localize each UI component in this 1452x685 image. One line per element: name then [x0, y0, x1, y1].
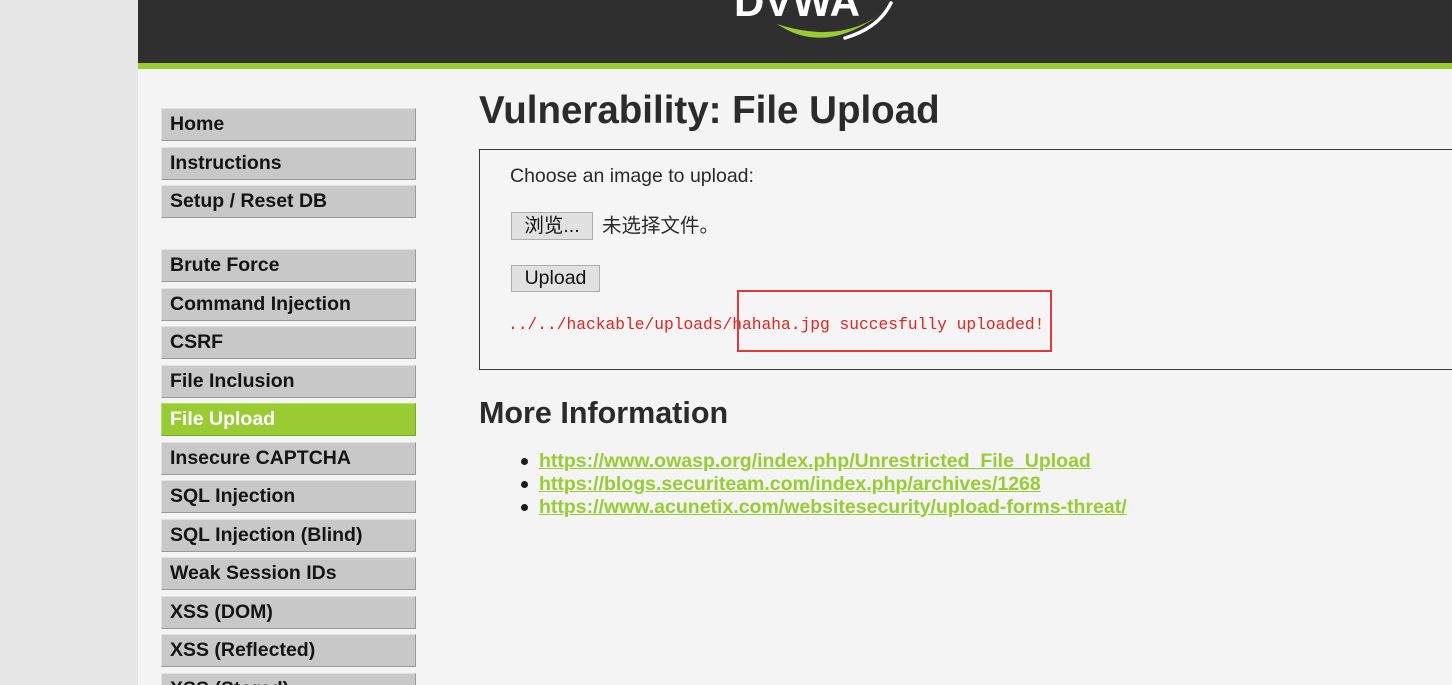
file-status-text: 未选择文件。	[602, 215, 720, 237]
menu-item-csrf[interactable]: CSRF	[161, 326, 416, 359]
owasp-link[interactable]: https://www.owasp.org/index.php/Unrestri…	[539, 450, 1091, 472]
upload-prompt: Choose an image to upload:	[510, 165, 754, 187]
menu-item-xss-stored[interactable]: XSS (Stored)	[161, 672, 416, 685]
securiteam-link[interactable]: https://blogs.securiteam.com/index.php/a…	[539, 473, 1041, 495]
menu-item-xss-reflected[interactable]: XSS (Reflected)	[161, 634, 416, 667]
menu-group-vulnerabilities: Brute Force Command Injection CSRF File …	[161, 249, 416, 685]
menu-item-brute-force[interactable]: Brute Force	[161, 249, 416, 282]
list-item: https://www.owasp.org/index.php/Unrestri…	[521, 450, 1127, 473]
acunetix-link[interactable]: https://www.acunetix.com/websitesecurity…	[539, 496, 1127, 518]
menu-item-file-inclusion[interactable]: File Inclusion	[161, 364, 416, 398]
list-item: https://www.acunetix.com/websitesecurity…	[521, 496, 1127, 519]
list-item: https://blogs.securiteam.com/index.php/a…	[521, 473, 1127, 496]
menu-group-main: Home Instructions Setup / Reset DB	[161, 108, 416, 224]
dvwa-logo: DVWA	[734, 0, 893, 40]
menu-item-sql-injection[interactable]: SQL Injection	[161, 480, 416, 513]
logo-text: DVWA	[734, 0, 860, 25]
menu-item-file-upload[interactable]: File Upload	[161, 403, 416, 436]
upload-button[interactable]: Upload	[511, 265, 600, 292]
more-information-list: https://www.owasp.org/index.php/Unrestri…	[521, 450, 1127, 519]
menu-item-home[interactable]: Home	[161, 108, 416, 141]
header-accent-stripe	[138, 63, 1452, 69]
browse-file-button[interactable]: 浏览...	[511, 212, 593, 240]
more-information-heading: More Information	[479, 396, 729, 430]
menu-item-instructions[interactable]: Instructions	[161, 146, 416, 180]
menu-item-command-injection[interactable]: Command Injection	[161, 287, 416, 321]
left-margin	[0, 0, 138, 685]
menu-item-weak-session-ids[interactable]: Weak Session IDs	[161, 557, 416, 590]
menu-item-sql-injection-blind[interactable]: SQL Injection (Blind)	[161, 518, 416, 552]
highlight-annotation	[737, 290, 1052, 352]
sidebar-menu: Home Instructions Setup / Reset DB Brute…	[161, 108, 416, 685]
menu-item-xss-dom[interactable]: XSS (DOM)	[161, 595, 416, 629]
menu-item-insecure-captcha[interactable]: Insecure CAPTCHA	[161, 441, 416, 475]
page-title: Vulnerability: File Upload	[479, 89, 940, 132]
menu-item-setup-reset-db[interactable]: Setup / Reset DB	[161, 185, 416, 218]
